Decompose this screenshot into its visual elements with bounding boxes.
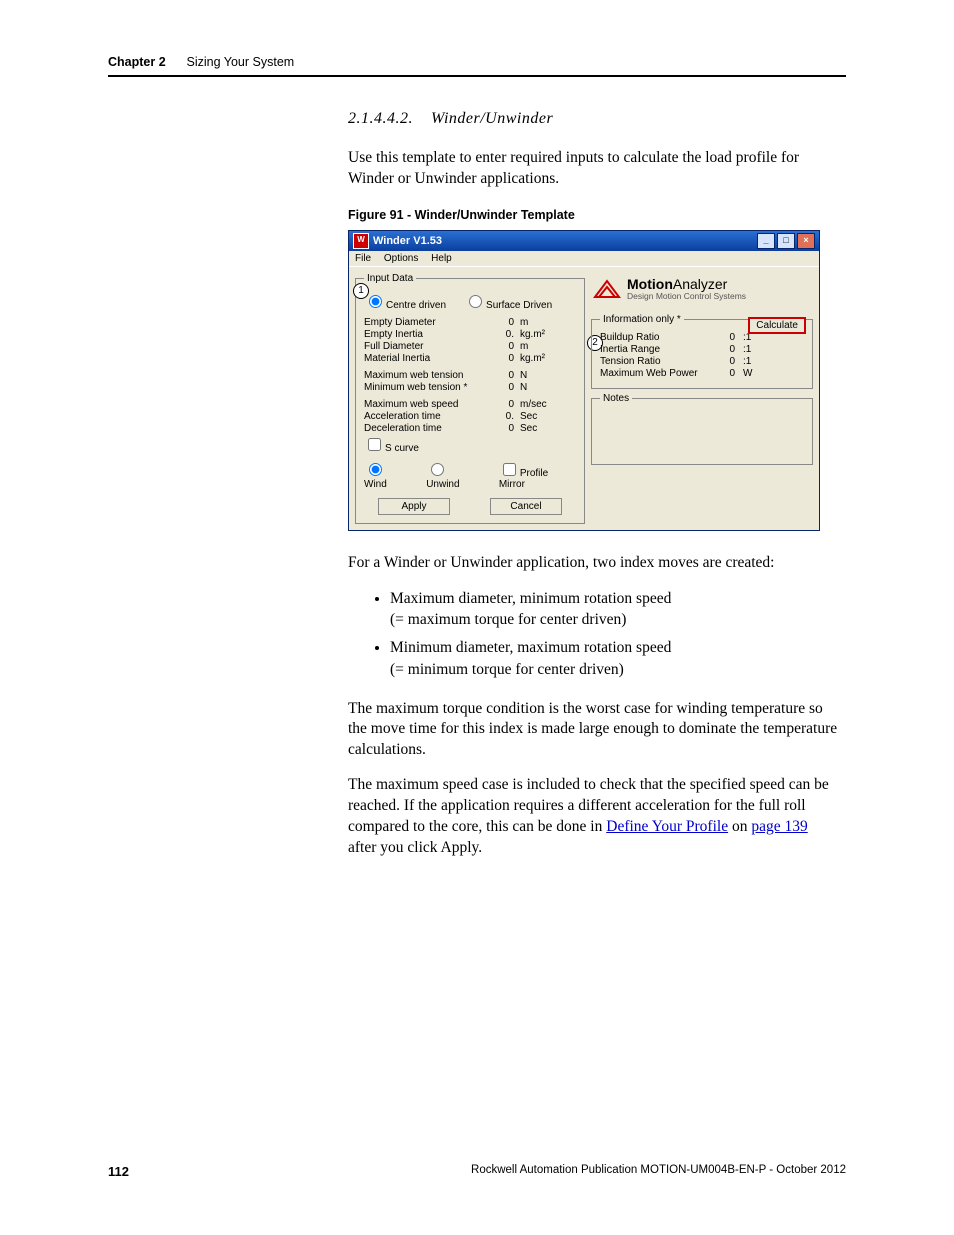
window-title: Winder V1.53 — [373, 235, 442, 247]
menu-help[interactable]: Help — [431, 253, 452, 264]
notes-legend: Notes — [600, 393, 632, 404]
section-number: 2.1.4.4.2. — [348, 110, 413, 127]
scurve-checkbox[interactable]: S curve — [364, 443, 419, 454]
section-title: Winder/Unwinder — [431, 110, 553, 127]
info-legend: Information only * — [600, 314, 684, 325]
define-profile-link[interactable]: Define Your Profile — [606, 818, 728, 835]
page-139-link[interactable]: page 139 — [751, 818, 807, 835]
input-data-legend: Input Data — [364, 273, 416, 284]
minimize-button[interactable]: _ — [757, 233, 775, 249]
menu-file[interactable]: File — [355, 253, 371, 264]
chapter-label: Chapter 2 — [108, 55, 166, 69]
para-after-figure: For a Winder or Unwinder application, tw… — [348, 553, 839, 574]
input-data-group: Input Data Centre driven Surface Driven … — [355, 273, 585, 524]
app-icon: W — [353, 233, 369, 249]
maximize-button[interactable]: □ — [777, 233, 795, 249]
logo: MotionAnalyzer Design Motion Control Sys… — [591, 273, 813, 310]
page-footer: 112 Rockwell Automation Publication MOTI… — [108, 1164, 846, 1179]
index-moves-list: Maximum diameter, minimum rotation speed… — [348, 588, 839, 681]
list-item: Maximum diameter, minimum rotation speed… — [390, 588, 839, 631]
profile-mirror-checkbox[interactable]: Profile Mirror — [499, 460, 576, 490]
logo-icon — [593, 277, 621, 301]
surface-driven-radio[interactable]: Surface Driven — [464, 292, 552, 311]
info-group: Information only * Calculate Buildup Rat… — [591, 314, 813, 389]
publication-id: Rockwell Automation Publication MOTION-U… — [471, 1164, 846, 1179]
titlebar: W Winder V1.53 _ □ × — [349, 231, 819, 251]
callout-1: 1 — [353, 283, 369, 299]
notes-group: Notes — [591, 393, 813, 465]
menubar: File Options Help — [349, 251, 819, 267]
figure-caption: Figure 91 - Winder/Unwinder Template — [348, 208, 839, 222]
section-heading: 2.1.4.4.2. Winder/Unwinder — [348, 110, 839, 128]
calculate-button[interactable]: Calculate — [748, 317, 806, 334]
page-header: Chapter 2 Sizing Your System — [108, 55, 846, 77]
para-speed: The maximum speed case is included to ch… — [348, 775, 839, 859]
chapter-title: Sizing Your System — [187, 55, 295, 69]
page-number: 112 — [108, 1164, 129, 1179]
apply-button[interactable]: Apply — [378, 498, 450, 515]
list-item: Minimum diameter, maximum rotation speed… — [390, 637, 839, 680]
wind-radio[interactable]: Wind — [364, 460, 408, 490]
cancel-button[interactable]: Cancel — [490, 498, 562, 515]
unwind-radio[interactable]: Unwind — [426, 460, 481, 490]
centre-driven-radio[interactable]: Centre driven — [364, 292, 446, 311]
menu-options[interactable]: Options — [384, 253, 418, 264]
para-torque: The maximum torque condition is the wors… — [348, 699, 839, 762]
intro-paragraph: Use this template to enter required inpu… — [348, 148, 839, 190]
close-button[interactable]: × — [797, 233, 815, 249]
winder-window: W Winder V1.53 _ □ × File Options Help 1… — [348, 230, 820, 531]
